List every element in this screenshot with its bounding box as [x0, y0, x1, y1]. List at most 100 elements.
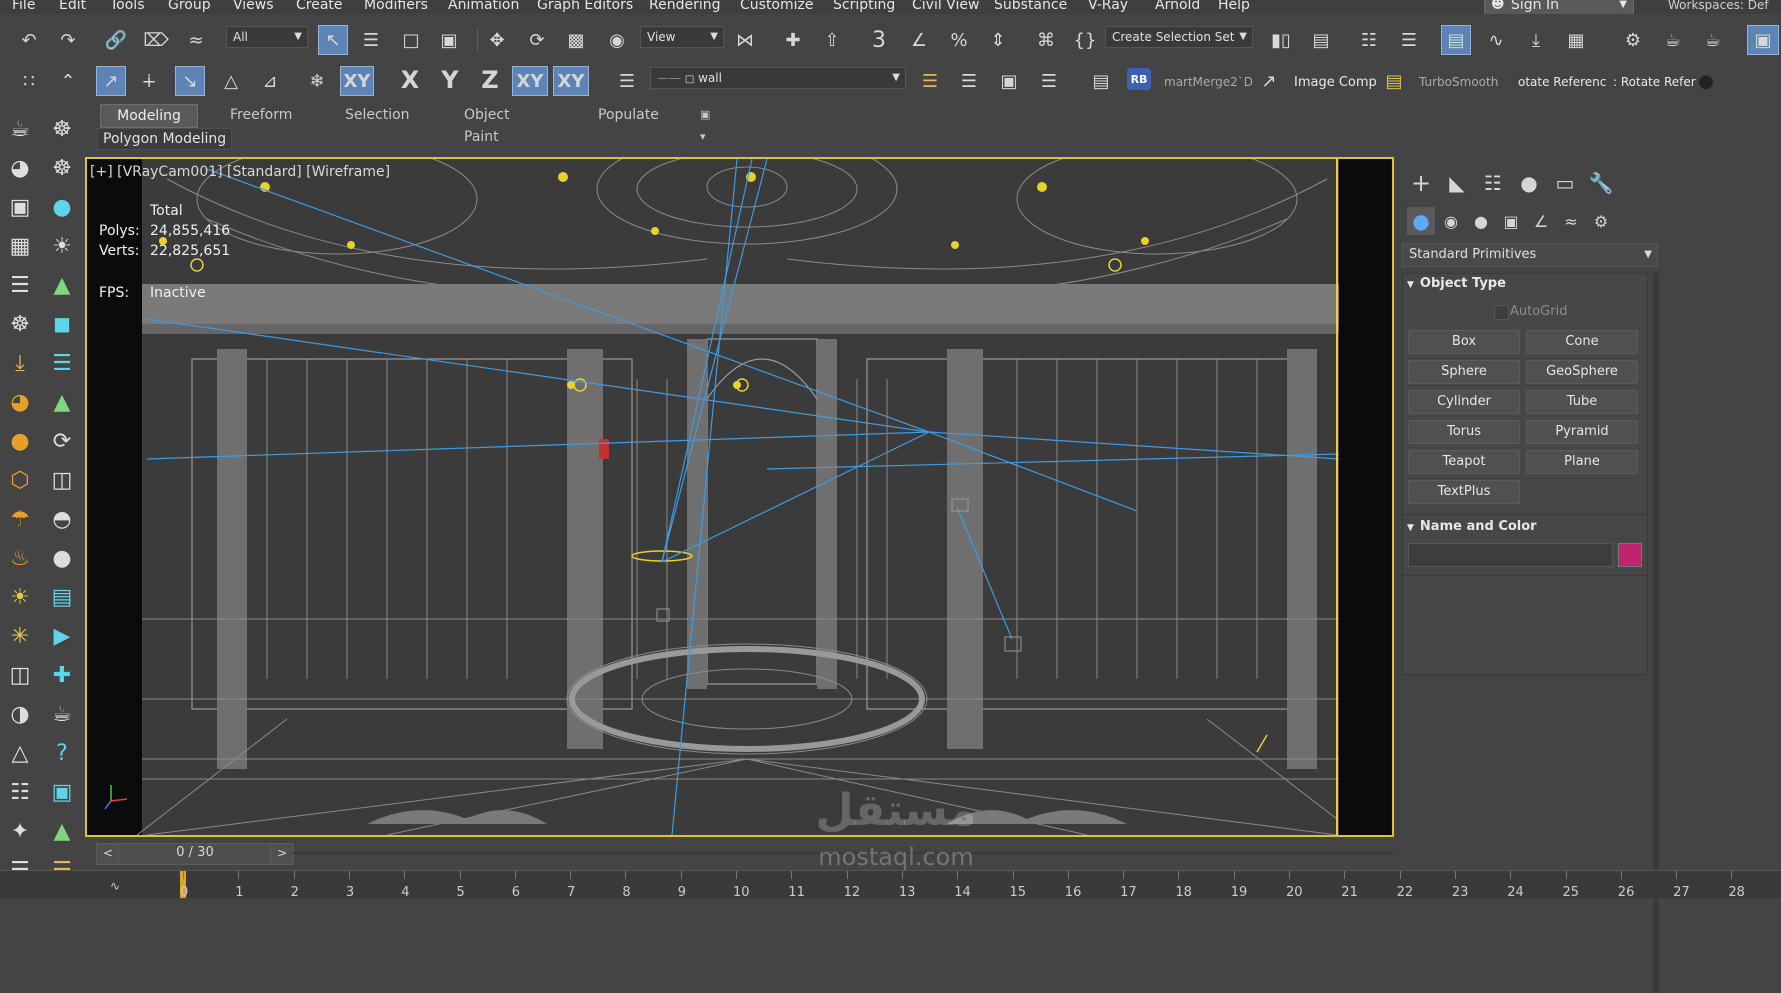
- snap-endpoint-button[interactable]: ↗: [96, 66, 126, 96]
- menu-substance[interactable]: Substance: [994, 0, 1067, 13]
- modify-tab-icon[interactable]: ◣: [1443, 169, 1471, 197]
- fire-icon[interactable]: ♨: [5, 543, 35, 573]
- select-manipulate-icon[interactable]: ✚: [780, 27, 806, 53]
- rotate-icon[interactable]: ⟳: [524, 27, 550, 53]
- tab-modeling[interactable]: Modeling: [100, 104, 198, 128]
- menu-create[interactable]: Create: [296, 0, 343, 13]
- viewport-label[interactable]: [+] [VRayCam001] [Standard] [Wireframe]: [90, 164, 390, 180]
- sparkle-icon[interactable]: ✳: [5, 621, 35, 651]
- select-by-name-icon[interactable]: ☰: [358, 27, 384, 53]
- select-object-button[interactable]: ↖: [318, 25, 348, 55]
- pyramid-icon[interactable]: △: [5, 738, 35, 768]
- viewport-camera[interactable]: [+] [VRayCam001] [Standard] [Wireframe] …: [85, 157, 1394, 837]
- category-dropdown[interactable]: Standard Primitives ▼: [1402, 243, 1658, 267]
- layers-icon[interactable]: ◫: [47, 465, 77, 495]
- add-to-layer-icon[interactable]: ☰: [956, 68, 982, 94]
- tab-object-paint[interactable]: Object Paint: [452, 104, 522, 145]
- media-player-icon[interactable]: ▶: [47, 621, 77, 651]
- menu-group[interactable]: Group: [168, 0, 211, 13]
- menu-tools[interactable]: Tools: [110, 0, 145, 13]
- textplus-button[interactable]: TextPlus: [1408, 480, 1520, 504]
- menu-animation[interactable]: Animation: [448, 0, 519, 13]
- angle-snap-icon[interactable]: ∠: [906, 27, 932, 53]
- undo-icon[interactable]: ↶: [16, 27, 42, 53]
- snaps-toggle-icon[interactable]: 3: [866, 27, 892, 53]
- xy-constraint-button[interactable]: XY: [340, 66, 374, 96]
- timeline-curve-icon[interactable]: ∿: [110, 879, 120, 893]
- snap-face-icon[interactable]: △: [218, 68, 244, 94]
- refresh-icon[interactable]: ⟳: [47, 426, 77, 456]
- scale-icon[interactable]: ▩: [563, 27, 589, 53]
- mushroom-icon[interactable]: ☂: [5, 504, 35, 534]
- spinner-snap-icon[interactable]: ⇕: [985, 27, 1011, 53]
- bind-spacewarp-icon[interactable]: ≈: [183, 27, 209, 53]
- chart-icon[interactable]: ◼: [47, 309, 77, 339]
- selection-set-dropdown[interactable]: Create Selection Set ▼: [1105, 26, 1253, 48]
- rendered-frame-icon[interactable]: ☕: [1660, 27, 1686, 53]
- snap-grid-icon[interactable]: ∷: [16, 68, 42, 94]
- placement-icon[interactable]: ◉: [604, 27, 630, 53]
- tube-button[interactable]: Tube: [1526, 390, 1638, 414]
- pivot-center-icon[interactable]: ⋈: [732, 27, 758, 53]
- turbosmooth-label[interactable]: TurboSmooth: [1419, 75, 1498, 89]
- timeline[interactable]: ∿ 0 1 2 3 4 5 6 7 8 9 10 11 12 13 14 15 16 17 18 19 20 21 22 23…: [0, 870, 1781, 900]
- menu-graph-editors[interactable]: Graph Editors: [537, 0, 633, 13]
- smart-merge-label[interactable]: martMerge2`D: [1164, 75, 1253, 89]
- menu-scripting[interactable]: Scripting: [833, 0, 895, 13]
- workspaces-label[interactable]: Workspaces: Def: [1668, 0, 1769, 12]
- orbit-icon[interactable]: ◕: [5, 153, 35, 183]
- video-camera-icon[interactable]: ☸: [5, 309, 35, 339]
- select-in-layer-icon[interactable]: ▣: [996, 68, 1022, 94]
- rotate-reference-label[interactable]: otate Referenc: [1518, 75, 1606, 89]
- tab-freeform[interactable]: Freeform: [218, 104, 304, 126]
- render-setup-icon[interactable]: ⚙: [1620, 27, 1646, 53]
- mirror-icon[interactable]: ▮▯: [1268, 27, 1294, 53]
- palette-icon[interactable]: ◓: [47, 504, 77, 534]
- window-crossing-icon[interactable]: ▣: [436, 27, 462, 53]
- time-slider-thumb[interactable]: 0 / 30: [118, 843, 272, 865]
- display-tab-icon[interactable]: ▭: [1551, 169, 1579, 197]
- ref-coord-dropdown[interactable]: View ▼: [640, 26, 724, 48]
- named-selection-icon[interactable]: {}: [1072, 27, 1098, 53]
- clip-icon[interactable]: ▣: [47, 777, 77, 807]
- idea-bulb-icon[interactable]: ●: [47, 543, 77, 573]
- tab-selection[interactable]: Selection: [333, 104, 422, 126]
- time-next-button[interactable]: >: [270, 843, 294, 865]
- snap-edge-button[interactable]: ↘: [175, 66, 205, 96]
- keyboard-shortcut-icon[interactable]: ⇧: [819, 27, 845, 53]
- turbosmooth-icon[interactable]: ▤: [1381, 68, 1407, 94]
- hierarchy-tab-icon[interactable]: ☷: [1479, 169, 1507, 197]
- utilities-tab-icon[interactable]: 🔧: [1587, 169, 1615, 197]
- image-comp-label[interactable]: Image Comp: [1294, 75, 1377, 90]
- layer-dropdown[interactable]: —— □ wall ▼: [650, 67, 906, 89]
- group-icon[interactable]: ☷: [5, 777, 35, 807]
- spacewarps-category-icon[interactable]: ≈: [1557, 207, 1585, 235]
- geosphere-button[interactable]: GeoSphere: [1526, 360, 1638, 384]
- torus-button[interactable]: Torus: [1408, 420, 1520, 444]
- rect-selection-icon[interactable]: □: [398, 27, 424, 53]
- grid-add-icon[interactable]: ✚: [47, 660, 77, 690]
- pyramid-button[interactable]: Pyramid: [1526, 420, 1638, 444]
- menu-civil-view[interactable]: Civil View: [912, 0, 979, 13]
- grass-icon[interactable]: ✦: [5, 816, 35, 846]
- geometry-category-icon[interactable]: ●: [1407, 207, 1435, 235]
- rotate-reference-label-2[interactable]: : Rotate Refer: [1613, 75, 1696, 89]
- menu-help[interactable]: Help: [1218, 0, 1250, 13]
- motion-tab-icon[interactable]: ●: [1515, 169, 1543, 197]
- sunlight-icon[interactable]: ☀: [5, 582, 35, 612]
- object-color-swatch[interactable]: [1618, 543, 1642, 567]
- selection-filter-dropdown[interactable]: All ▼: [226, 26, 308, 48]
- edit-named-selection-icon[interactable]: ⌘: [1033, 27, 1059, 53]
- menu-rendering[interactable]: Rendering: [649, 0, 721, 13]
- cylinder-button[interactable]: Cylinder: [1408, 390, 1520, 414]
- object-manipulate-icon[interactable]: ▦: [5, 231, 35, 261]
- cone-button[interactable]: Cone: [1526, 330, 1638, 354]
- y-axis-constraint[interactable]: Y: [437, 66, 463, 94]
- z-axis-constraint[interactable]: Z: [477, 66, 503, 94]
- menu-modifiers[interactable]: Modifiers: [364, 0, 428, 13]
- redo-icon[interactable]: ↷: [55, 27, 81, 53]
- curve-editor-icon[interactable]: ∿: [1483, 27, 1509, 53]
- material-editor-icon[interactable]: ▦: [1563, 27, 1589, 53]
- menu-arnold[interactable]: Arnold: [1155, 0, 1200, 13]
- layer-explorer-icon[interactable]: ☰: [1396, 27, 1422, 53]
